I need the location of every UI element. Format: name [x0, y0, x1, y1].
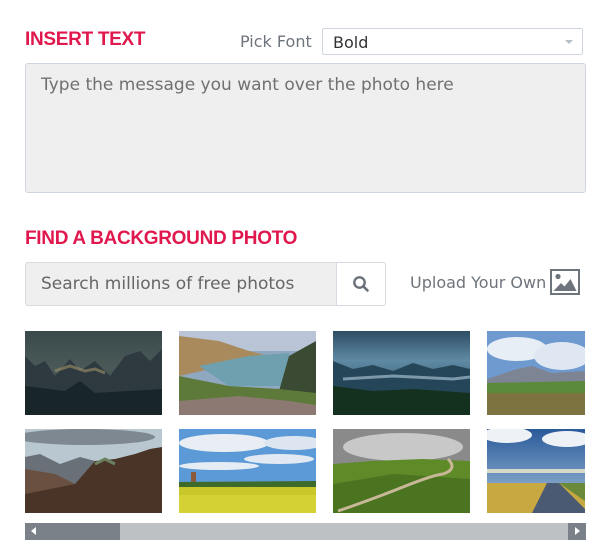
upload-label: Upload Your Own: [410, 272, 547, 292]
photo-coastal-cove: [179, 331, 316, 415]
photo-tile[interactable]: [487, 429, 585, 513]
message-textarea[interactable]: [25, 63, 586, 193]
find-background-heading: FIND A BACKGROUND PHOTO: [25, 228, 298, 249]
photo-rugged-hills: [25, 429, 162, 513]
photo-tile[interactable]: [333, 429, 470, 513]
search-button[interactable]: [336, 262, 386, 306]
photo-green-hill-path: [333, 429, 470, 513]
photo-tile[interactable]: [25, 331, 162, 415]
pick-font-label: Pick Font: [240, 32, 312, 51]
font-select-value: Bold: [333, 33, 369, 52]
photo-tile[interactable]: [333, 331, 470, 415]
photo-tile[interactable]: [487, 331, 585, 415]
photo-canal-field: [487, 429, 585, 513]
scroll-left-button[interactable]: [25, 523, 42, 540]
photo-tile[interactable]: [179, 331, 316, 415]
font-select[interactable]: Bold: [322, 28, 583, 55]
image-icon: [550, 269, 581, 295]
photo-search-input[interactable]: [25, 262, 337, 306]
arrow-right-icon: [575, 527, 580, 535]
insert-text-heading: INSERT TEXT: [25, 29, 146, 50]
horizontal-scrollbar[interactable]: [25, 523, 586, 540]
photo-misty-dark-peaks: [25, 331, 162, 415]
chevron-down-icon: [565, 40, 573, 44]
photo-rapeseed-windmill: [179, 429, 316, 513]
photo-tile[interactable]: [179, 429, 316, 513]
upload-your-own-link[interactable]: Upload Your Own: [410, 268, 581, 296]
photo-meadow-mountain: [487, 331, 585, 415]
photo-tile[interactable]: [25, 429, 162, 513]
photo-blue-valley-fog: [333, 331, 470, 415]
arrow-left-icon: [31, 527, 36, 535]
search-icon: [353, 276, 369, 292]
scroll-right-button[interactable]: [568, 523, 586, 540]
